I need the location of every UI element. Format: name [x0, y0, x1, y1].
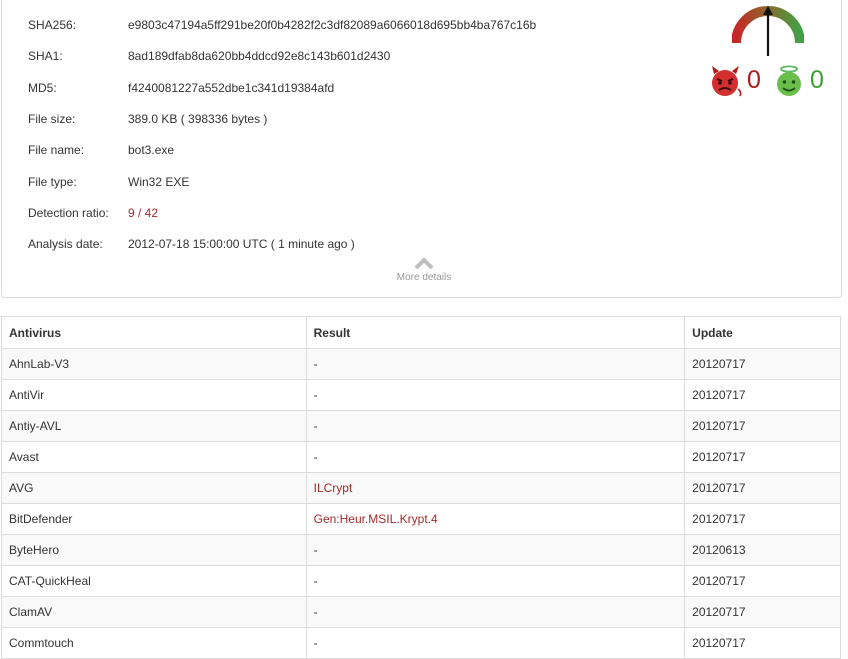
detection-ratio-value: 9 / 42	[128, 206, 159, 220]
info-label: SHA1:	[28, 49, 63, 63]
update-date: 20120717	[684, 472, 841, 504]
malicious-votes-count: 0	[747, 66, 761, 94]
sha256-value: e9803c47194a5ff291be20f0b4282f2c3df82089…	[128, 18, 537, 32]
antivirus-name: CAT-QuickHeal	[1, 565, 307, 597]
update-date: 20120717	[684, 379, 841, 411]
table-row: Antiy-AVL - 20120717	[1, 410, 841, 442]
scan-result: -	[305, 410, 686, 442]
more-details-toggle[interactable]: More details	[382, 257, 466, 283]
info-label: Detection ratio:	[28, 206, 109, 220]
file-type-value: Win32 EXE	[128, 175, 190, 189]
scan-result: -	[305, 534, 686, 566]
scan-result: -	[305, 348, 686, 380]
update-date: 20120717	[684, 596, 841, 628]
sha1-value: 8ad189dfab8da620bb4ddcd92e8c143b601d2430	[128, 49, 391, 63]
md5-value: f4240081227a552dbe1c341d19384afd	[128, 81, 335, 95]
scan-result-detected: Gen:Heur.MSIL.Krypt.4	[305, 503, 686, 535]
scan-result: -	[305, 596, 686, 628]
info-label: Analysis date:	[28, 237, 103, 251]
antivirus-name: Commtouch	[1, 627, 307, 659]
info-label: File type:	[28, 175, 77, 189]
antivirus-name: Antiy-AVL	[1, 410, 307, 442]
scan-result: -	[305, 565, 686, 597]
update-date: 20120613	[684, 534, 841, 566]
table-row: BitDefender Gen:Heur.MSIL.Krypt.4 201207…	[1, 503, 841, 535]
info-label: File size:	[28, 112, 76, 126]
antivirus-name: BitDefender	[1, 503, 307, 535]
scan-result: -	[305, 441, 686, 473]
antivirus-results-table: Antivirus Result Update AhnLab-V3 - 2012…	[1, 316, 841, 659]
update-date: 20120717	[684, 348, 841, 380]
table-row: ByteHero - 20120613	[1, 534, 841, 566]
more-details-label: More details	[396, 272, 452, 283]
scan-result-detected: ILCrypt	[305, 472, 686, 504]
column-header-result[interactable]: Result	[305, 316, 686, 349]
antivirus-name: Avast	[1, 441, 307, 473]
scan-result: -	[305, 627, 686, 659]
community-votes: 0 0	[706, 63, 836, 97]
column-header-antivirus[interactable]: Antivirus	[1, 316, 307, 349]
table-header-row: Antivirus Result Update	[1, 316, 841, 349]
antivirus-name: AVG	[1, 472, 307, 504]
antivirus-name: ByteHero	[1, 534, 307, 566]
info-label: SHA256:	[28, 18, 77, 32]
table-row: Commtouch - 20120717	[1, 627, 841, 659]
angel-face-icon[interactable]	[772, 65, 806, 100]
table-row: AntiVir - 20120717	[1, 379, 841, 411]
update-date: 20120717	[684, 503, 841, 535]
info-label: File name:	[28, 143, 85, 157]
devil-face-icon[interactable]	[708, 65, 742, 100]
analysis-date-value: 2012-07-18 15:00:00 UTC ( 1 minute ago )	[128, 237, 355, 251]
scan-result: -	[305, 379, 686, 411]
update-date: 20120717	[684, 441, 841, 473]
reputation-gauge-icon	[731, 5, 805, 59]
table-row: CAT-QuickHeal - 20120717	[1, 565, 841, 597]
file-size-value: 389.0 KB ( 398336 bytes )	[128, 112, 268, 126]
table-row: AhnLab-V3 - 20120717	[1, 348, 841, 380]
antivirus-name: AhnLab-V3	[1, 348, 307, 380]
update-date: 20120717	[684, 627, 841, 659]
info-label: MD5:	[28, 81, 57, 95]
update-date: 20120717	[684, 410, 841, 442]
antivirus-name: ClamAV	[1, 596, 307, 628]
file-name-value: bot3.exe	[128, 143, 175, 157]
table-row: AVG ILCrypt 20120717	[1, 472, 841, 504]
update-date: 20120717	[684, 565, 841, 597]
file-info-panel: SHA256: e9803c47194a5ff291be20f0b4282f2c…	[1, 0, 842, 298]
antivirus-name: AntiVir	[1, 379, 307, 411]
table-row: Avast - 20120717	[1, 441, 841, 473]
column-header-update[interactable]: Update	[684, 316, 841, 349]
table-row: ClamAV - 20120717	[1, 596, 841, 628]
chevron-up-icon	[414, 257, 434, 270]
harmless-votes-count: 0	[810, 66, 824, 94]
